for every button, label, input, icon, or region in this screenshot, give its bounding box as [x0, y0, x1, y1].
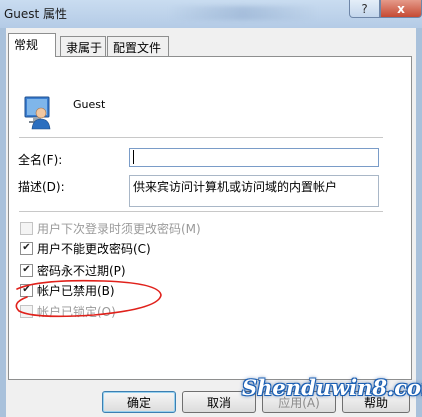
- tab-general[interactable]: 常规: [8, 33, 56, 57]
- separator: [19, 211, 383, 212]
- text-cursor: [133, 150, 134, 164]
- fullname-label: 全名(F):: [18, 153, 63, 167]
- checkbox-label: 用户下次登录时须更改密码(M): [37, 221, 201, 236]
- user-icon: [24, 96, 51, 130]
- check-icon[interactable]: ✔: [20, 241, 33, 255]
- checkbox-password-never-expires[interactable]: ✔ 密码永不过期(P): [20, 262, 126, 278]
- checkbox-cannot-change-password[interactable]: ✔ 用户不能更改密码(C): [20, 240, 151, 256]
- help-button[interactable]: 帮助: [342, 391, 410, 413]
- cancel-button[interactable]: 取消: [182, 391, 256, 413]
- check-icon[interactable]: ✔: [20, 263, 33, 277]
- checkbox-label: 帐户已锁定(O): [37, 304, 116, 319]
- checkbox-box[interactable]: [20, 221, 33, 235]
- checkbox-label: 用户不能更改密码(C): [37, 241, 151, 256]
- checkbox-must-change-password[interactable]: 用户下次登录时须更改密码(M): [20, 220, 201, 236]
- close-icon: x: [397, 1, 405, 16]
- apply-button[interactable]: 应用(A): [262, 391, 336, 413]
- description-input[interactable]: 供来宾访问计算机或访问域的内置帐户: [129, 175, 379, 207]
- check-icon[interactable]: ✔: [20, 283, 33, 297]
- fullname-input[interactable]: [129, 148, 379, 167]
- checkbox-account-locked[interactable]: 帐户已锁定(O): [20, 303, 116, 319]
- checkbox-label: 帐户已禁用(B): [37, 283, 115, 298]
- title-close-button[interactable]: x: [380, 0, 422, 18]
- help-icon: ?: [361, 1, 368, 16]
- dialog-body: 常规 隶属于 配置文件 Guest 全名(F): 描述(D): 供来宾访问计算机…: [6, 28, 416, 417]
- ok-button[interactable]: 确定: [102, 391, 176, 413]
- title-help-button[interactable]: ?: [349, 0, 380, 18]
- separator: [19, 137, 383, 138]
- tab-profile[interactable]: 配置文件: [107, 36, 169, 56]
- user-name: Guest: [73, 98, 106, 111]
- title-bar[interactable]: Guest 属性 ? x: [0, 0, 422, 28]
- checkbox-label: 密码永不过期(P): [37, 263, 126, 278]
- tab-member-of[interactable]: 隶属于: [60, 36, 106, 56]
- checkbox-box[interactable]: [20, 304, 33, 318]
- blurred-area: [168, 6, 318, 20]
- description-label: 描述(D):: [18, 180, 65, 194]
- tab-page-general: Guest 全名(F): 描述(D): 供来宾访问计算机或访问域的内置帐户 用户…: [8, 56, 412, 380]
- checkbox-account-disabled[interactable]: ✔ 帐户已禁用(B): [20, 282, 115, 298]
- window-title: Guest 属性: [4, 7, 68, 21]
